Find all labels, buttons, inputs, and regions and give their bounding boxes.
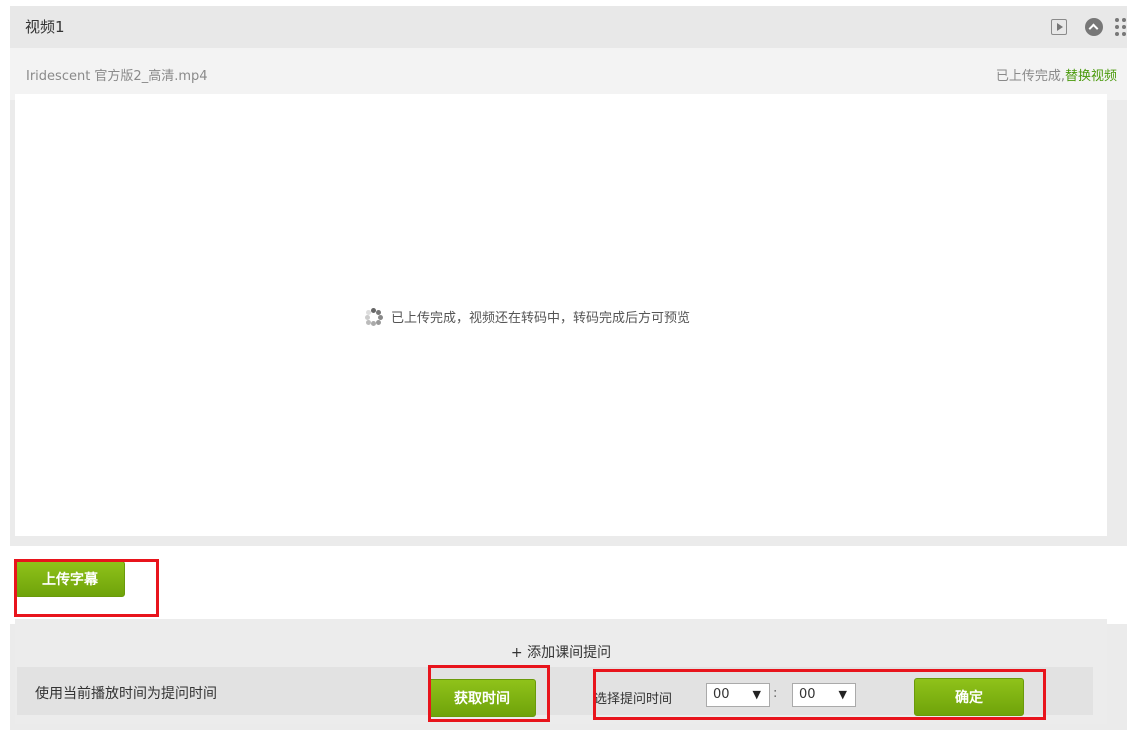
transcoding-notice: 已上传完成，视频还在转码中，转码完成后方可预览 [365, 307, 690, 326]
video-preview-area: 已上传完成，视频还在转码中，转码完成后方可预览 [15, 94, 1107, 536]
play-icon[interactable] [1051, 19, 1067, 35]
panel-header: 视频1 [10, 6, 1127, 48]
highlight-upload-subtitle [14, 559, 159, 617]
highlight-select-time [593, 669, 1046, 720]
collapse-icon[interactable] [1085, 18, 1103, 36]
file-info-bar: Iridescent 官方版2_高清.mp4 已上传完成,替换视频 [10, 48, 1127, 100]
upload-status-text: 已上传完成, [995, 69, 1065, 84]
replace-video-link[interactable]: 替换视频 [1065, 69, 1117, 84]
header-icons [1051, 17, 1127, 37]
file-name: Iridescent 官方版2_高清.mp4 [26, 69, 208, 84]
transcoding-message: 已上传完成，视频还在转码中，转码完成后方可预览 [391, 311, 691, 326]
drag-handle-icon[interactable] [1115, 18, 1127, 36]
panel-title: 视频1 [25, 18, 65, 36]
loading-spinner-icon [365, 307, 383, 326]
add-question-link[interactable]: + 添加课间提问 [15, 642, 1107, 662]
use-current-time-label: 使用当前播放时间为提问时间 [35, 686, 217, 702]
highlight-get-time [428, 665, 550, 722]
subtitle-band [10, 546, 1127, 624]
upload-status: 已上传完成,替换视频 [996, 65, 1117, 84]
